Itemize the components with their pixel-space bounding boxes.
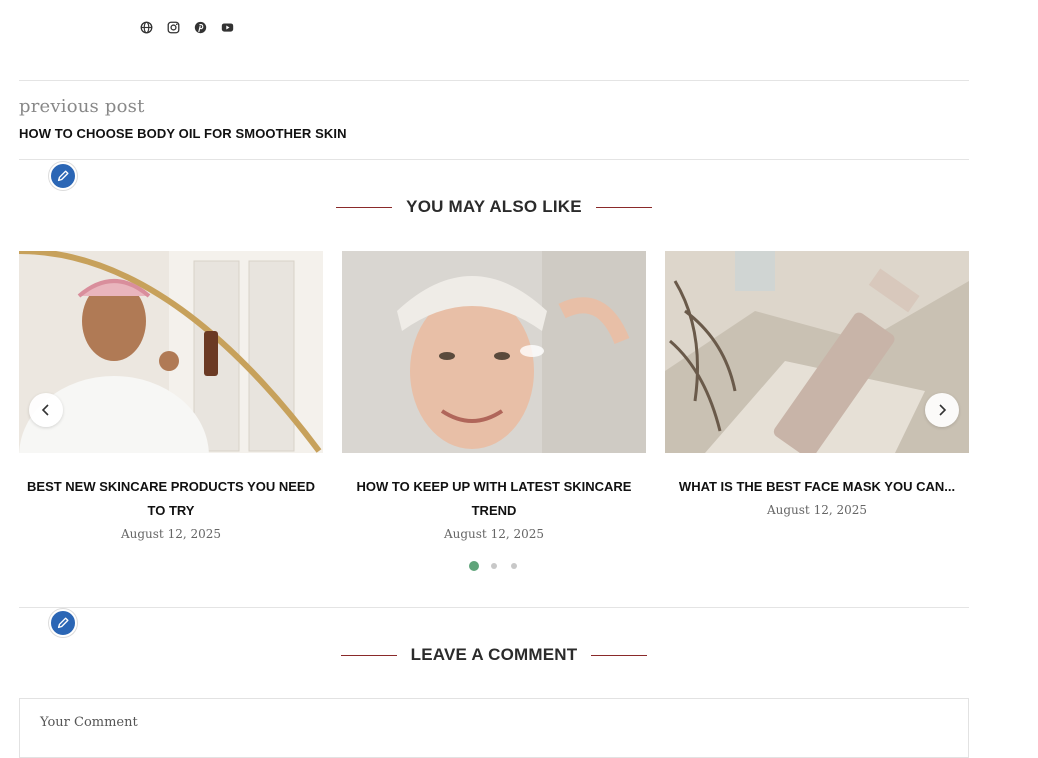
related-post-card[interactable]: BEST NEW SKINCARE PRODUCTS YOU NEED TO T… <box>19 251 323 541</box>
related-posts-heading: YOU MAY ALSO LIKE <box>19 197 969 217</box>
comment-heading: LEAVE A COMMENT <box>19 645 969 665</box>
comment-placeholder: Your Comment <box>40 715 138 730</box>
related-post-card[interactable]: WHAT IS THE BEST FACE MASK YOU CAN... Au… <box>665 251 969 517</box>
pencil-icon <box>57 617 69 629</box>
carousel-next-button[interactable] <box>925 393 959 427</box>
post-title[interactable]: BEST NEW SKINCARE PRODUCTS YOU NEED TO T… <box>19 475 323 523</box>
carousel-dot[interactable] <box>491 563 497 569</box>
heading-line-left <box>336 206 393 208</box>
chevron-left-icon <box>41 404 49 416</box>
heading-line-right <box>595 206 652 208</box>
post-date: August 12, 2025 <box>766 503 868 517</box>
carousel-prev-button[interactable] <box>29 393 63 427</box>
author-social-links <box>138 18 235 36</box>
comment-textarea[interactable]: Your Comment <box>19 698 969 758</box>
related-heading-text: YOU MAY ALSO LIKE <box>406 197 582 216</box>
pencil-icon <box>57 170 69 182</box>
post-title[interactable]: WHAT IS THE BEST FACE MASK YOU CAN... <box>665 475 969 499</box>
globe-icon[interactable] <box>138 19 154 35</box>
carousel-dot[interactable] <box>511 563 517 569</box>
previous-post-label: previous post <box>19 96 145 117</box>
pen-icon-badge <box>49 609 77 637</box>
post-date: August 12, 2025 <box>443 527 545 541</box>
heading-line-right <box>591 654 648 656</box>
divider <box>19 159 969 160</box>
youtube-icon[interactable] <box>219 19 235 35</box>
previous-post-link[interactable]: HOW TO CHOOSE BODY OIL FOR SMOOTHER SKIN <box>19 126 347 141</box>
post-thumbnail[interactable] <box>19 251 323 453</box>
divider <box>19 80 969 81</box>
pinterest-icon[interactable] <box>192 19 208 35</box>
chevron-right-icon <box>939 404 947 416</box>
divider <box>19 607 969 608</box>
pen-icon-badge <box>49 162 77 190</box>
carousel-pagination <box>469 561 519 571</box>
post-thumbnail[interactable] <box>665 251 969 453</box>
carousel-dot[interactable] <box>469 561 479 571</box>
post-date: August 12, 2025 <box>120 527 222 541</box>
post-thumbnail[interactable] <box>342 251 646 453</box>
post-title[interactable]: HOW TO KEEP UP WITH LATEST SKINCARE TREN… <box>342 475 646 523</box>
related-post-card[interactable]: HOW TO KEEP UP WITH LATEST SKINCARE TREN… <box>342 251 646 541</box>
heading-line-left <box>340 654 397 656</box>
instagram-icon[interactable] <box>165 19 181 35</box>
comment-heading-text: LEAVE A COMMENT <box>410 645 578 664</box>
